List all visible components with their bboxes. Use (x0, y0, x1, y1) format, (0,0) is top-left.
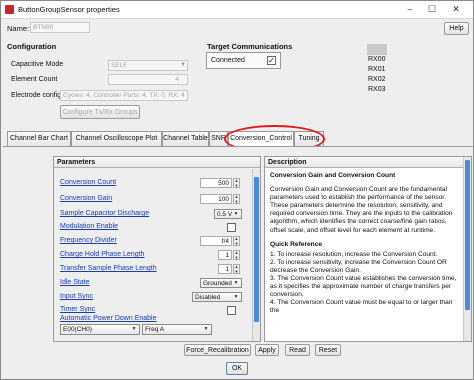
electrode-config-label: Electrode config (11, 92, 62, 99)
properties-window: ButtonGroupSensor properties – ☐ ✕ Name:… (0, 0, 474, 380)
rx-label-3: RX03 (368, 86, 386, 91)
tab-channel-bar-chart[interactable]: Channel Bar Chart (7, 131, 71, 146)
capacitive-mode-value: SELF (111, 62, 128, 69)
ok-button[interactable]: OK (226, 362, 248, 375)
quick-ref-item: 3. The Conversion Count value establishe… (270, 275, 457, 299)
param-timer-sync[interactable]: Timer Sync (60, 306, 95, 313)
capacitive-mode-select[interactable]: SELF ▼ (108, 60, 188, 71)
param-conversion-count[interactable]: Conversion Count (60, 179, 116, 186)
description-scrollbar[interactable] (463, 157, 471, 341)
conversion-count-input[interactable]: 500 (200, 178, 232, 188)
param-sample-capacitor-discharge[interactable]: Sample Capacitor Discharge (60, 210, 149, 217)
description-heading: Conversion Gain and Conversion Count (270, 172, 396, 179)
chevron-down-icon: ▼ (233, 211, 239, 217)
quick-ref-item: 1. To increase resolution, increase the … (270, 250, 438, 258)
param-input-sync[interactable]: Input Sync (60, 293, 93, 300)
chevron-down-icon: ▼ (233, 280, 239, 286)
input-sync-select[interactable]: Disabled ▼ (192, 292, 242, 302)
param-frequency-divider[interactable]: Frequency Divider (60, 237, 117, 244)
idle-state-value: Grounded (203, 280, 232, 287)
modulation-enable-checkbox[interactable] (227, 223, 236, 232)
transfer-sample-spinner[interactable]: ▲ ▼ (233, 264, 240, 274)
description-scroll-thumb[interactable] (465, 160, 470, 310)
window-title: ButtonGroupSensor properties (18, 5, 120, 14)
charge-hold-input[interactable]: 1 (218, 250, 232, 260)
configuration-title: Configuration (7, 42, 57, 51)
element-count-label: Element Count (11, 76, 58, 83)
frequency-divider-spinner[interactable]: ▲ ▼ (233, 236, 240, 246)
reset-button[interactable]: Reset (315, 344, 341, 356)
rx-label-0: RX00 (368, 56, 386, 63)
frequency-select[interactable]: Freq A ▼ (142, 324, 212, 335)
connected-label: Connected (211, 57, 245, 64)
chevron-down-icon: ▼ (131, 326, 137, 332)
rx-label-1: RX01 (368, 66, 386, 73)
frequency-divider-input[interactable]: f/4 (200, 236, 232, 246)
param-conversion-gain[interactable]: Conversion Gain (60, 195, 112, 202)
description-panel: Description Conversion Gain and Conversi… (264, 156, 472, 342)
configure-groups-button[interactable]: Configure Tx/Rx Groups (60, 105, 140, 119)
sample-capacitor-value: 0.5 V (217, 211, 233, 218)
quick-ref-item: 2. To increase sensitivity, increase the… (270, 258, 447, 274)
sample-capacitor-select[interactable]: 0.5 V ▼ (214, 209, 242, 219)
tab-channel-table[interactable]: Channel Table (162, 131, 209, 146)
status-indicator (367, 44, 387, 55)
electrode-config-field: Cycles: 4, Controller Ports: 4, TX: 0, R… (60, 90, 188, 101)
apply-button[interactable]: Apply (255, 344, 279, 356)
connected-checkbox[interactable]: ✓ (267, 56, 276, 65)
tab-channel-oscilloscope-plot[interactable]: Channel Oscilloscope Plot (71, 131, 162, 146)
idle-state-select[interactable]: Grounded ▼ (200, 278, 242, 288)
param-modulation-enable[interactable]: Modulation Enable (60, 223, 118, 230)
conversion-count-spinner[interactable]: ▲ ▼ (233, 178, 240, 188)
element-select-value: E00(CH0) (63, 326, 92, 333)
read-button[interactable]: Read (285, 344, 310, 356)
name-field[interactable]: BTN00 (30, 22, 90, 33)
chevron-down-icon: ▼ (233, 294, 239, 300)
target-comm-title: Target Communications (207, 42, 293, 51)
description-title: Description (265, 157, 463, 168)
quick-reference-title: Quick Reference (270, 240, 323, 248)
parameters-scrollbar[interactable] (252, 169, 260, 341)
name-label: Name: (7, 24, 30, 33)
charge-hold-spinner[interactable]: ▲ ▼ (233, 250, 240, 260)
description-paragraph: Conversion Gain and Conversion Count are… (270, 186, 453, 234)
app-icon (5, 5, 14, 14)
connected-box: Connected ✓ (206, 52, 281, 69)
chevron-down-icon: ▼ (180, 62, 186, 68)
param-charge-hold-phase-length[interactable]: Charge Hold Phase Length (60, 251, 144, 258)
capacitive-mode-label: Capacitive Mode (11, 61, 64, 68)
conversion-gain-input[interactable]: 100 (200, 194, 232, 204)
element-count-field[interactable]: 4 (108, 74, 188, 85)
description-body: Conversion Gain and Conversion Count Con… (270, 172, 462, 316)
force-recalibration-button[interactable]: Force_Recalibration (184, 344, 251, 356)
input-sync-value: Disabled (195, 294, 221, 301)
param-transfer-sample-phase-length[interactable]: Transfer Sample Phase Length (60, 265, 157, 272)
element-select[interactable]: E00(CH0) ▼ (60, 324, 140, 335)
rx-label-2: RX02 (368, 76, 386, 83)
param-automatic-power-down[interactable]: Automatic Power Down Enable (60, 315, 157, 322)
quick-ref-item: 4. The Conversion Count value must be eq… (270, 299, 453, 315)
timer-sync-checkbox[interactable] (227, 306, 236, 315)
transfer-sample-input[interactable]: 1 (218, 264, 232, 274)
minimize-icon[interactable]: – (403, 2, 417, 16)
help-button[interactable]: Help (444, 22, 469, 35)
parameters-title: Parameters (54, 157, 260, 168)
conversion-gain-spinner[interactable]: ▲ ▼ (233, 194, 240, 204)
frequency-select-value: Freq A (145, 326, 165, 333)
chevron-down-icon: ▼ (203, 326, 209, 332)
close-icon[interactable]: ✕ (449, 2, 463, 16)
parameters-panel: Parameters Conversion Count 500 ▲ ▼ Conve… (53, 156, 261, 342)
title-bar: ButtonGroupSensor properties – ☐ ✕ (1, 1, 473, 19)
parameters-scroll-thumb[interactable] (254, 177, 259, 322)
param-idle-state[interactable]: Idle State (60, 279, 90, 286)
maximize-icon[interactable]: ☐ (425, 2, 439, 16)
